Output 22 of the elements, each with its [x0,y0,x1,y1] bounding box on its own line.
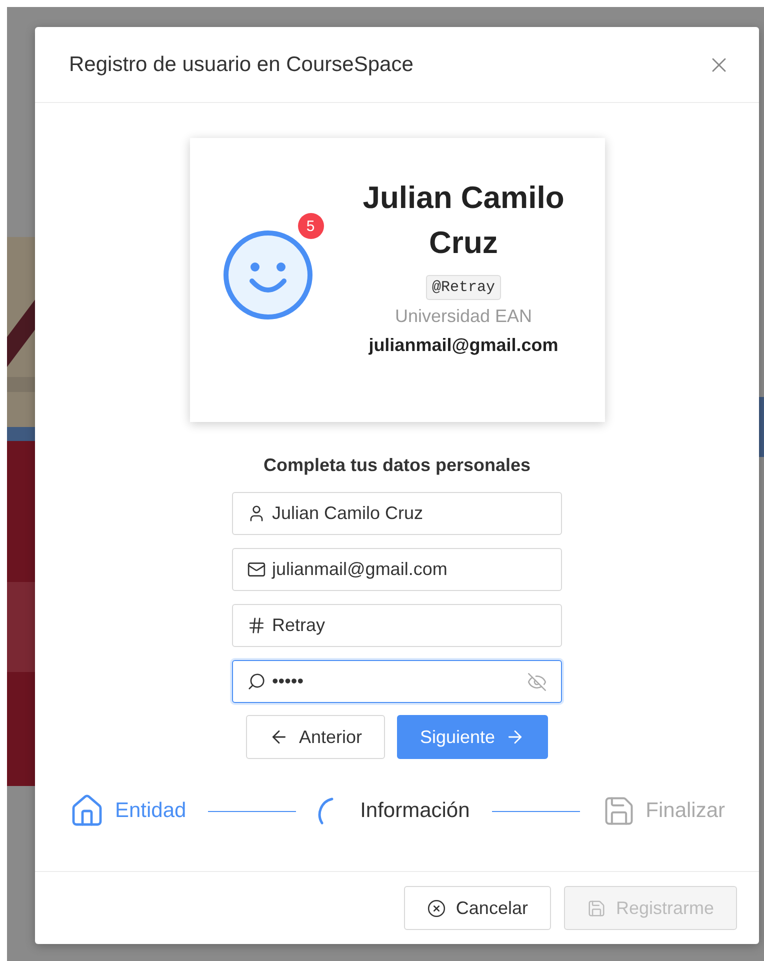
mail-icon [247,560,266,579]
hash-icon [247,616,266,635]
form-heading: Completa tus datos personales [263,455,531,476]
name-field[interactable]: Julian Camilo Cruz [232,492,562,535]
profile-handle: @Retray [426,274,501,300]
dialog-title: Registro de usuario en CourseSpace [69,52,414,76]
previous-button[interactable]: Anterior [246,715,385,759]
password-field[interactable]: ••••• [232,660,562,703]
loading-spinner-icon [318,797,334,825]
profile-email: julianmail@gmail.com [368,334,558,356]
step-label: Información [360,799,470,823]
step-label: Finalizar [646,799,725,823]
username-field[interactable]: Retray [232,604,562,647]
notification-count: 5 [298,213,324,239]
circle-x-icon [426,898,446,918]
profile-name: Julian Camilo Cruz [362,178,566,262]
magnifier-icon [247,672,266,691]
eye-off-icon[interactable] [527,672,547,692]
step-label: Entidad [115,799,186,823]
profile-institution: Universidad EAN [394,306,532,326]
email-field[interactable]: julianmail@gmail.com [232,548,562,591]
cancel-button[interactable]: Cancelar [404,886,551,930]
